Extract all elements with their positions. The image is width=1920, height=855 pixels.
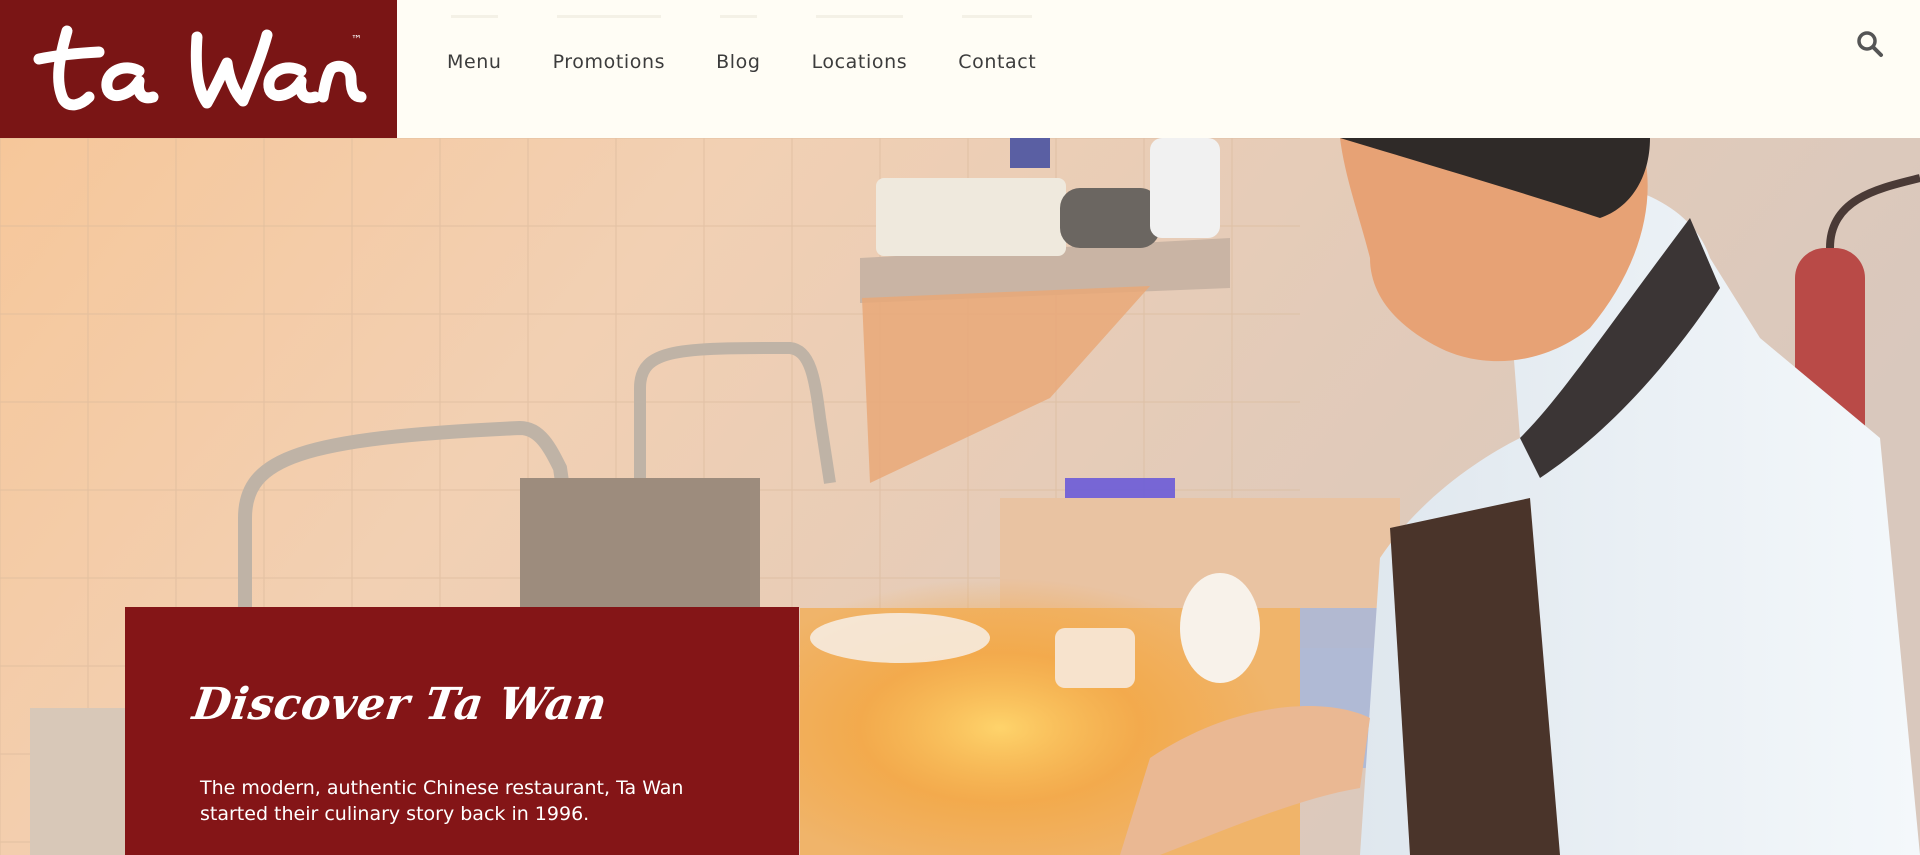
svg-text:™: ™	[351, 33, 362, 46]
logo[interactable]: ™	[0, 0, 397, 138]
hero-banner: Discover Ta Wan The modern, authentic Ch…	[0, 138, 1920, 855]
hero-description: The modern, authentic Chinese restaurant…	[200, 777, 684, 825]
ta-wan-logo-icon: ™	[33, 25, 366, 111]
hero-card: Discover Ta Wan The modern, authentic Ch…	[125, 607, 799, 855]
search-icon[interactable]	[1856, 30, 1884, 58]
hero-title: Discover Ta Wan	[189, 679, 611, 730]
nav-item-menu[interactable]: Menu	[447, 15, 502, 73]
nav-item-contact[interactable]: Contact	[958, 15, 1036, 73]
site-header: ™ Menu Promotions Blog Locations Contact	[0, 0, 1920, 138]
nav-item-blog[interactable]: Blog	[716, 15, 760, 73]
nav-item-locations[interactable]: Locations	[812, 15, 908, 73]
nav-item-promotions[interactable]: Promotions	[553, 15, 666, 73]
main-nav: Menu Promotions Blog Locations Contact	[447, 0, 1036, 124]
